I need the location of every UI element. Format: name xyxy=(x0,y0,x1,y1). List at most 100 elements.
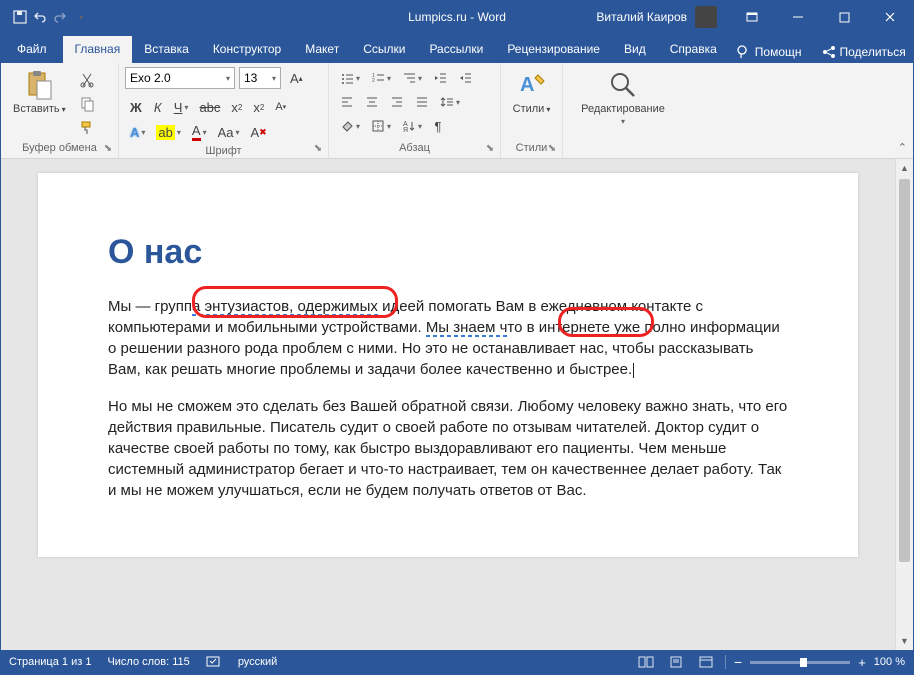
maximize-button[interactable] xyxy=(821,1,867,33)
grammar-error-2[interactable]: Мы знаем ч xyxy=(426,319,508,336)
dec-indent-button[interactable] xyxy=(428,67,452,89)
paragraph-2: Но мы не сможем это сделать без Вашей об… xyxy=(108,396,788,501)
ribbon-display-button[interactable] xyxy=(729,1,775,33)
italic-button[interactable]: К xyxy=(148,96,168,118)
styles-launcher[interactable]: ⬊ xyxy=(545,141,559,155)
highlight-button[interactable]: ab xyxy=(151,121,185,143)
paragraph-1: Мы — группа энтузиастов, одержимых идеей… xyxy=(108,296,788,380)
tab-design[interactable]: Конструктор xyxy=(201,36,293,63)
svg-text:2: 2 xyxy=(372,78,375,84)
heading-1: О нас xyxy=(108,233,788,272)
paste-button[interactable]: Вставить ▾ xyxy=(7,67,72,117)
autosave-icon[interactable] xyxy=(13,10,27,24)
show-marks-button[interactable]: ¶ xyxy=(428,115,448,137)
scroll-up-button[interactable]: ▲ xyxy=(896,159,913,177)
minimize-button[interactable] xyxy=(775,1,821,33)
line-spacing-button[interactable] xyxy=(435,91,465,113)
scroll-down-button[interactable]: ▼ xyxy=(896,632,913,650)
numbering-button[interactable]: 12 xyxy=(366,67,396,89)
tab-home[interactable]: Главная xyxy=(63,36,133,63)
tab-file[interactable]: Файл xyxy=(1,36,63,63)
print-layout-button[interactable] xyxy=(665,653,687,671)
grow-font-button[interactable]: A▴ xyxy=(285,67,308,89)
grammar-error-1[interactable]: а энтузиастов, одержимых xyxy=(192,298,378,315)
underline-button[interactable]: Ч xyxy=(169,96,194,118)
align-right-button[interactable] xyxy=(385,91,409,113)
word-count[interactable]: Число слов: 115 xyxy=(107,656,189,668)
subscript-button[interactable]: x2 xyxy=(226,96,247,118)
page[interactable]: О нас Мы — группа энтузиастов, одержимых… xyxy=(38,173,858,557)
window-title: Lumpics.ru - Word xyxy=(408,10,506,24)
text-effects-button[interactable]: A xyxy=(125,121,150,143)
svg-text:Я: Я xyxy=(403,127,408,133)
multilevel-button[interactable] xyxy=(397,67,427,89)
editing-button[interactable]: Редактирование ▾ xyxy=(569,67,677,128)
font-size-combo[interactable]: 13▾ xyxy=(239,67,281,89)
font-color-button[interactable]: A xyxy=(187,121,212,143)
align-left-button[interactable] xyxy=(335,91,359,113)
page-indicator[interactable]: Страница 1 из 1 xyxy=(9,656,91,668)
tab-references[interactable]: Ссылки xyxy=(351,36,417,63)
app-window: Lumpics.ru - Word Виталий Каиров Файл Гл… xyxy=(0,0,914,675)
shading-button[interactable] xyxy=(335,115,365,137)
superscript-button[interactable]: x2 xyxy=(248,96,269,118)
cut-button[interactable] xyxy=(74,69,100,91)
zoom-slider[interactable] xyxy=(750,661,850,664)
zoom-in-button[interactable]: + xyxy=(858,655,866,670)
change-case-button[interactable]: Aa xyxy=(213,121,245,143)
styles-button[interactable]: A Стили ▾ xyxy=(507,67,556,117)
tell-me-button[interactable]: Помощн xyxy=(729,41,810,63)
ribbon-tabs: Файл Главная Вставка Конструктор Макет С… xyxy=(1,33,913,63)
group-styles: A Стили ▾ Стили ⬊ xyxy=(501,63,563,158)
tab-mailings[interactable]: Рассылки xyxy=(417,36,495,63)
zoom-level[interactable]: 100 % xyxy=(874,656,905,668)
document-area: О нас Мы — группа энтузиастов, одержимых… xyxy=(1,159,913,650)
clear-format-button[interactable]: A✖ xyxy=(246,121,272,143)
font-launcher[interactable]: ⬊ xyxy=(311,141,325,155)
user-name-label: Виталий Каиров xyxy=(596,10,687,24)
title-bar: Lumpics.ru - Word Виталий Каиров xyxy=(1,1,913,33)
redo-icon[interactable] xyxy=(53,10,67,24)
vertical-scrollbar[interactable]: ▲ ▼ xyxy=(895,159,913,650)
web-layout-button[interactable] xyxy=(695,653,717,671)
proofing-icon[interactable] xyxy=(206,655,222,669)
strike-button[interactable]: abc xyxy=(194,96,225,118)
language-indicator[interactable]: русский xyxy=(238,656,277,668)
scroll-thumb[interactable] xyxy=(899,179,910,562)
bold-button[interactable]: Ж xyxy=(125,96,147,118)
tab-review[interactable]: Рецензирование xyxy=(495,36,612,63)
ribbon: Вставить ▾ Буфер обмена ⬊ Exo 2.0▾ 13▾ A… xyxy=(1,63,913,159)
zoom-out-button[interactable]: − xyxy=(734,654,742,670)
qat-customize-icon[interactable] xyxy=(73,10,87,24)
copy-button[interactable] xyxy=(74,93,100,115)
borders-button[interactable] xyxy=(366,115,396,137)
shrink-font-button[interactable]: A▾ xyxy=(270,96,291,118)
font-name-combo[interactable]: Exo 2.0▾ xyxy=(125,67,235,89)
align-center-button[interactable] xyxy=(360,91,384,113)
group-font: Exo 2.0▾ 13▾ A▴ Ж К Ч abc x2 x2 A▾ A ab … xyxy=(119,63,329,158)
avatar-icon xyxy=(695,6,717,28)
group-editing: Редактирование ▾ xyxy=(563,63,683,158)
tab-view[interactable]: Вид xyxy=(612,36,658,63)
account-button[interactable]: Виталий Каиров xyxy=(584,6,729,28)
justify-button[interactable] xyxy=(410,91,434,113)
status-bar: Страница 1 из 1 Число слов: 115 русский … xyxy=(1,650,913,674)
format-painter-button[interactable] xyxy=(74,117,100,139)
tab-help[interactable]: Справка xyxy=(658,36,729,63)
group-paragraph: 12 AЯ ¶ Абза xyxy=(329,63,501,158)
tab-layout[interactable]: Макет xyxy=(293,36,351,63)
paragraph-launcher[interactable]: ⬊ xyxy=(483,141,497,155)
tab-insert[interactable]: Вставка xyxy=(132,36,201,63)
group-clipboard: Вставить ▾ Буфер обмена ⬊ xyxy=(1,63,119,158)
text-cursor xyxy=(633,363,634,378)
undo-icon[interactable] xyxy=(33,10,47,24)
svg-text:A: A xyxy=(520,74,534,96)
bullets-button[interactable] xyxy=(335,67,365,89)
sort-button[interactable]: AЯ xyxy=(397,115,427,137)
close-button[interactable] xyxy=(867,1,913,33)
clipboard-launcher[interactable]: ⬊ xyxy=(101,141,115,155)
share-button[interactable]: Поделиться xyxy=(814,41,914,63)
inc-indent-button[interactable] xyxy=(453,67,477,89)
collapse-ribbon-button[interactable]: ⌃ xyxy=(898,141,907,154)
read-mode-button[interactable] xyxy=(635,653,657,671)
